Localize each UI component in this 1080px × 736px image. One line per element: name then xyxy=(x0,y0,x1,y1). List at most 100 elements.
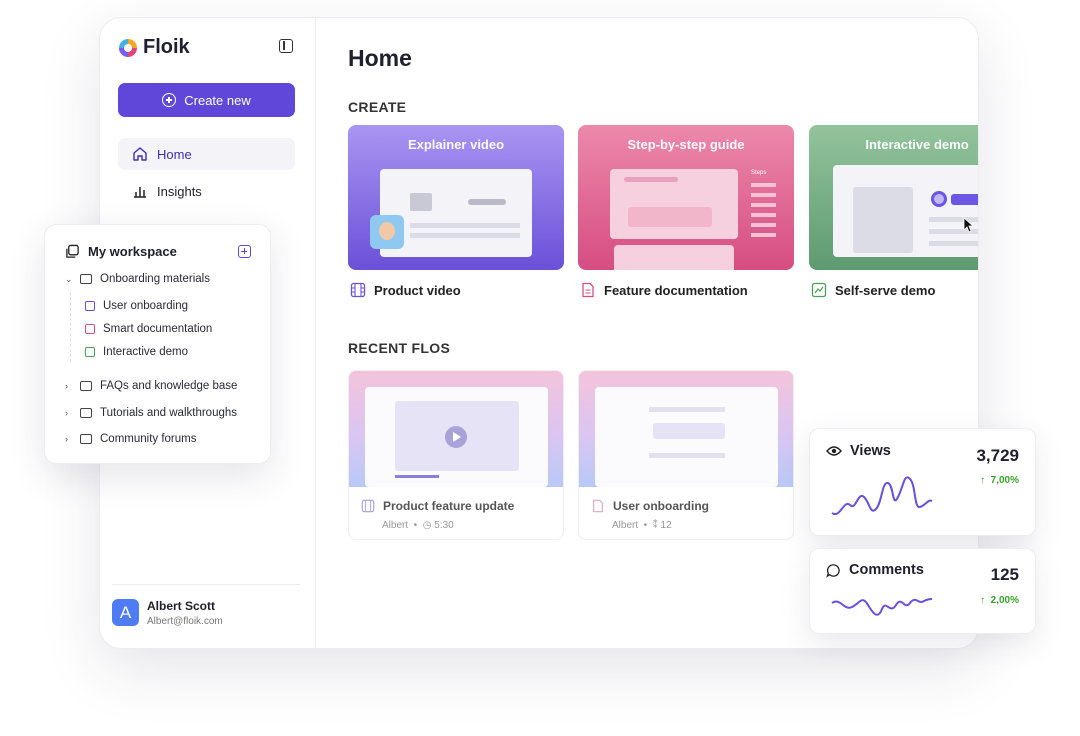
recent-flo-duration: 5:30 xyxy=(434,520,454,531)
recent-thumbnail xyxy=(349,371,563,487)
chevron-right-icon[interactable]: › xyxy=(65,434,72,444)
comments-sparkline xyxy=(831,598,933,616)
sidebar-item-label: Insights xyxy=(157,183,202,199)
steps-label: Steps xyxy=(751,170,767,176)
tree-item-label: Interactive demo xyxy=(103,346,189,358)
interactive-icon xyxy=(811,282,827,298)
create-card-step-guide[interactable]: Step-by-step guide Steps xyxy=(578,125,794,270)
recent-flo-meta: Albert • ⁑ 12 xyxy=(612,520,672,531)
views-sparkline xyxy=(831,476,933,516)
tree-guide xyxy=(70,292,71,362)
folder-icon xyxy=(80,381,92,391)
create-card-subtitle[interactable]: Self-serve demo xyxy=(811,282,935,298)
folder-label: FAQs and knowledge base xyxy=(100,380,238,392)
tree-item-interactive-demo[interactable]: Interactive demo xyxy=(85,346,188,358)
stat-change: ↑ 7,00% xyxy=(980,475,1019,486)
document-icon xyxy=(593,499,603,513)
steps-icon: ⁑ xyxy=(652,520,658,531)
presenter-avatar xyxy=(370,215,404,249)
recent-flo-title-text: User onboarding xyxy=(613,499,710,513)
views-stat-card: Views 3,729 ↑ 7,00% xyxy=(809,428,1036,536)
folder-icon xyxy=(80,274,92,284)
collapse-sidebar-icon[interactable] xyxy=(279,39,293,53)
recent-flo-step-count: 12 xyxy=(660,520,672,531)
bar-chart-icon xyxy=(134,187,146,198)
recent-flo-title-text: Product feature update xyxy=(383,499,515,513)
folder-faqs[interactable]: › FAQs and knowledge base xyxy=(65,380,237,392)
create-card-interactive-demo[interactable]: Interactive demo xyxy=(809,125,978,270)
add-item-icon[interactable] xyxy=(238,245,251,258)
create-section-title: CREATE xyxy=(348,99,407,115)
chevron-right-icon[interactable]: › xyxy=(65,381,72,391)
create-card-subtitle[interactable]: Feature documentation xyxy=(580,282,748,298)
create-new-button[interactable]: Create new xyxy=(118,83,295,117)
page-title: Home xyxy=(348,45,412,71)
stat-label: Comments xyxy=(826,562,924,578)
folder-tutorials[interactable]: › Tutorials and walkthroughs xyxy=(65,407,237,419)
stat-value: 125 xyxy=(990,565,1019,584)
chevron-down-icon[interactable]: ⌄ xyxy=(65,274,73,285)
sidebar-item-insights[interactable]: Insights xyxy=(118,175,295,207)
steps-list xyxy=(751,183,776,243)
recent-flo-card[interactable]: Product feature update Albert • ◷ 5:30 xyxy=(348,370,564,540)
stat-change-value: 7,00% xyxy=(990,475,1019,486)
sidebar-item-label: Home xyxy=(157,146,192,162)
card-title: Interactive demo xyxy=(865,137,969,152)
clock-icon: ◷ xyxy=(422,520,432,531)
card-preview-second xyxy=(614,245,734,270)
avatar: A xyxy=(112,599,139,626)
folder-community-forums[interactable]: › Community forums xyxy=(65,433,197,445)
logo[interactable]: Floik xyxy=(119,36,190,59)
chevron-right-icon[interactable]: › xyxy=(65,408,72,418)
sidebar-item-home[interactable]: Home xyxy=(118,138,295,170)
create-card-subtitle[interactable]: Product video xyxy=(350,282,461,298)
interactive-icon xyxy=(85,347,95,357)
recent-flo-meta: Albert • ◷ 5:30 xyxy=(382,520,454,531)
tree-item-label: Smart documentation xyxy=(103,323,213,335)
folder-label: Onboarding materials xyxy=(100,273,210,285)
workspace-header: My workspace xyxy=(65,244,177,259)
recent-section-title: RECENT FLOS xyxy=(348,340,451,356)
workspace-title: My workspace xyxy=(88,244,177,259)
user-profile[interactable]: A Albert Scott Albert@floik.com xyxy=(112,584,300,627)
card-preview xyxy=(833,165,978,257)
card-title: Step-by-step guide xyxy=(627,137,745,152)
plus-circle-icon xyxy=(162,93,177,107)
stat-value: 3,729 xyxy=(976,446,1019,465)
film-icon xyxy=(350,282,366,298)
eye-icon xyxy=(826,446,842,456)
stat-change-value: 2,00% xyxy=(990,595,1019,606)
comments-stat-card: Comments 125 ↑ 2,00% xyxy=(809,548,1036,634)
recent-flo-title: User onboarding xyxy=(591,499,709,513)
create-card-subtitle-text: Self-serve demo xyxy=(835,282,936,298)
workspace-icon xyxy=(66,244,79,258)
home-icon xyxy=(133,147,147,161)
folder-label: Community forums xyxy=(100,433,197,445)
folder-label: Tutorials and walkthroughs xyxy=(100,407,238,419)
cursor-icon xyxy=(963,217,975,233)
floik-logo-icon xyxy=(119,38,137,57)
document-icon xyxy=(85,324,95,334)
tree-item-user-onboarding[interactable]: User onboarding xyxy=(85,300,188,312)
user-name: Albert Scott xyxy=(147,599,216,613)
recent-flo-author: Albert xyxy=(612,520,639,531)
create-card-subtitle-text: Feature documentation xyxy=(604,282,748,298)
create-card-explainer-video[interactable]: Explainer video xyxy=(348,125,564,270)
tree-item-label: User onboarding xyxy=(103,300,189,312)
recent-flo-author: Albert xyxy=(382,520,409,531)
film-icon xyxy=(361,499,375,513)
film-icon xyxy=(85,301,95,311)
folder-onboarding-materials[interactable]: ⌄ Onboarding materials xyxy=(65,273,210,285)
recent-flo-title: Product feature update xyxy=(361,499,514,513)
card-preview xyxy=(610,169,738,239)
stat-label: Views xyxy=(826,443,891,459)
app-name: Floik xyxy=(143,36,190,58)
workspace-panel: My workspace ⌄ Onboarding materials User… xyxy=(44,224,271,464)
stat-label-text: Views xyxy=(850,443,891,459)
folder-icon xyxy=(80,434,92,444)
document-icon xyxy=(582,282,594,298)
stat-change: ↑ 2,00% xyxy=(980,595,1019,606)
tree-item-smart-documentation[interactable]: Smart documentation xyxy=(85,323,212,335)
recent-flo-card[interactable]: User onboarding Albert • ⁑ 12 xyxy=(578,370,794,540)
folder-icon xyxy=(80,408,92,418)
